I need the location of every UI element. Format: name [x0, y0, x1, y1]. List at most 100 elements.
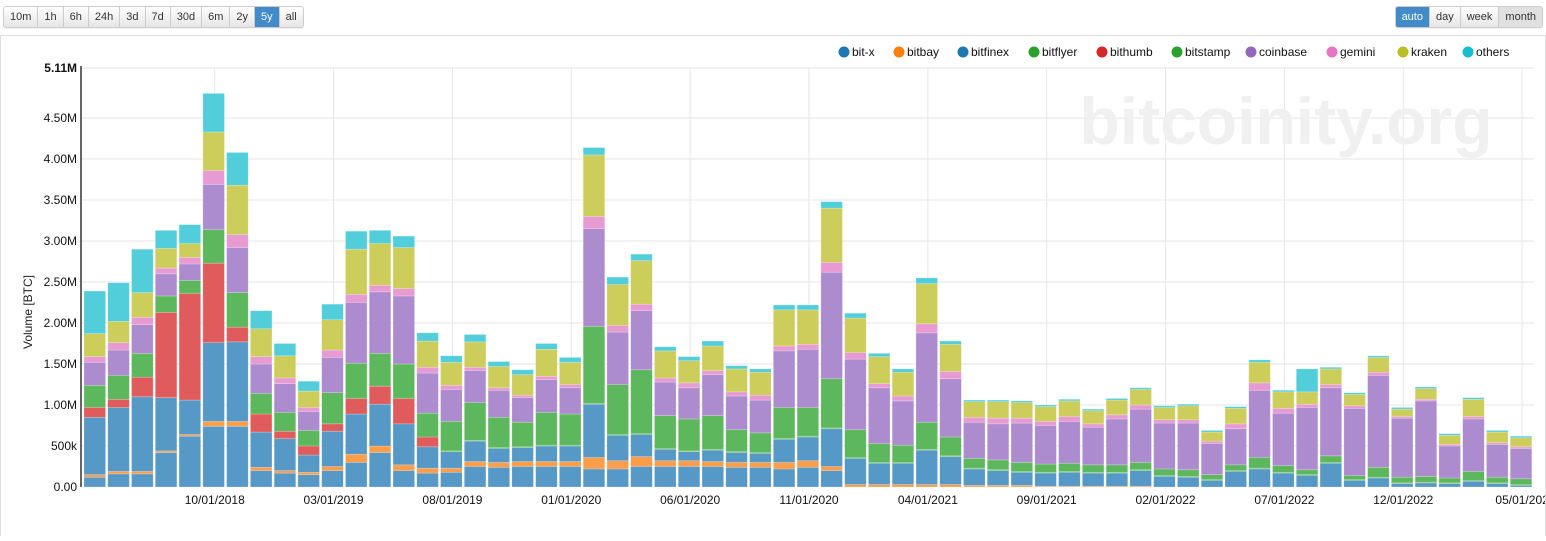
bar-segment-bit-x[interactable]	[416, 472, 439, 488]
legend-item-bitflyer[interactable]: bitflyer	[1028, 45, 1078, 59]
bar-segment-bitfinex[interactable]	[725, 452, 748, 463]
bar-segment-bitfinex[interactable]	[155, 397, 178, 452]
bar-segment-bitstamp[interactable]	[1438, 477, 1461, 484]
bar-stack[interactable]	[1058, 398, 1081, 488]
bar-segment-coinbase[interactable]	[1082, 426, 1105, 466]
bar-segment-bitbay[interactable]	[321, 466, 344, 471]
bar-segment-bithumb[interactable]	[345, 398, 368, 415]
bar-segment-others[interactable]	[1367, 355, 1390, 358]
bar-segment-others[interactable]	[250, 310, 273, 330]
bar-stack[interactable]	[1129, 387, 1152, 488]
bar-segment-coinbase[interactable]	[1153, 422, 1176, 470]
bar-segment-bitstamp[interactable]	[1058, 462, 1081, 472]
bar-segment-bitfinex[interactable]	[773, 439, 796, 463]
bar-segment-bitstamp[interactable]	[915, 421, 938, 450]
bar-segment-bitstamp[interactable]	[155, 295, 178, 313]
bar-segment-coinbase[interactable]	[606, 331, 629, 385]
bar-stack[interactable]	[559, 357, 582, 488]
bar-segment-coinbase[interactable]	[1343, 407, 1366, 476]
bar-stack[interactable]	[535, 343, 558, 488]
bar-segment-bitfinex[interactable]	[939, 456, 962, 485]
bar-segment-coinbase[interactable]	[1486, 444, 1509, 478]
bar-segment-bit-x[interactable]	[155, 452, 178, 488]
bar-segment-coinbase[interactable]	[963, 421, 986, 459]
bar-stack[interactable]	[1367, 355, 1390, 488]
bar-segment-coinbase[interactable]	[939, 378, 962, 438]
bar-segment-bitstamp[interactable]	[1010, 462, 1033, 472]
bar-segment-gemini[interactable]	[297, 407, 320, 412]
bar-segment-gemini[interactable]	[868, 383, 891, 389]
bar-segment-kraken[interactable]	[464, 341, 487, 368]
bar-segment-kraken[interactable]	[749, 371, 772, 396]
bar-segment-bitstamp[interactable]	[749, 432, 772, 453]
bar-segment-gemini[interactable]	[464, 366, 487, 371]
bar-segment-bitstamp[interactable]	[654, 415, 677, 449]
bar-segment-bitstamp[interactable]	[796, 407, 819, 437]
bar-segment-bitstamp[interactable]	[1224, 464, 1247, 471]
bar-stack[interactable]	[749, 368, 772, 488]
bar-segment-bithumb[interactable]	[297, 445, 320, 456]
bar-stack[interactable]	[1414, 386, 1438, 488]
bar-segment-gemini[interactable]	[155, 267, 178, 275]
bar-segment-others[interactable]	[725, 365, 748, 370]
bar-segment-coinbase[interactable]	[1224, 428, 1247, 466]
bar-segment-others[interactable]	[1153, 405, 1176, 408]
bar-stack[interactable]	[131, 248, 154, 488]
bar-segment-bitbay[interactable]	[392, 464, 415, 471]
bar-segment-kraken[interactable]	[606, 284, 629, 326]
bar-segment-bitfinex[interactable]	[1438, 483, 1461, 488]
bar-segment-bitfinex[interactable]	[345, 413, 368, 455]
bar-segment-bitfinex[interactable]	[226, 341, 249, 422]
bar-segment-gemini[interactable]	[630, 303, 653, 312]
bar-segment-others[interactable]	[630, 253, 653, 261]
bar-segment-bit-x[interactable]	[630, 466, 653, 488]
bar-segment-coinbase[interactable]	[1295, 407, 1319, 471]
bar-segment-bitfinex[interactable]	[1367, 477, 1390, 488]
bar-segment-coinbase[interactable]	[511, 397, 534, 423]
bar-segment-bitfinex[interactable]	[796, 436, 819, 462]
bar-stack[interactable]	[297, 380, 320, 488]
bar-segment-bitfinex[interactable]	[1391, 483, 1414, 488]
bar-segment-bitbay[interactable]	[654, 460, 677, 467]
legend-item-kraken[interactable]: kraken	[1397, 45, 1448, 59]
bar-segment-kraken[interactable]	[1462, 398, 1485, 417]
bar-segment-bitstamp[interactable]	[582, 325, 606, 404]
bar-segment-kraken[interactable]	[83, 333, 106, 357]
bar-segment-gemini[interactable]	[1105, 414, 1129, 420]
bar-segment-bitfinex[interactable]	[606, 435, 629, 462]
bar-segment-coinbase[interactable]	[677, 387, 701, 420]
bar-segment-gemini[interactable]	[1295, 403, 1319, 408]
bar-segment-bitstamp[interactable]	[1082, 464, 1105, 473]
bar-segment-bitstamp[interactable]	[677, 418, 701, 452]
bar-segment-bithumb[interactable]	[107, 398, 130, 408]
bar-segment-coinbase[interactable]	[178, 263, 201, 281]
bar-segment-others[interactable]	[107, 282, 130, 322]
bar-segment-others[interactable]	[1272, 389, 1295, 393]
bar-stack[interactable]	[440, 355, 463, 488]
bar-segment-coinbase[interactable]	[202, 184, 225, 230]
bar-stack[interactable]	[178, 224, 201, 488]
legend-item-bitbay[interactable]: bitbay	[893, 45, 940, 59]
bar-segment-bitbay[interactable]	[202, 421, 225, 427]
bar-segment-others[interactable]	[820, 201, 843, 209]
bar-segment-bitstamp[interactable]	[1177, 469, 1200, 477]
bar-segment-others[interactable]	[1391, 407, 1414, 410]
bar-segment-bitfinex[interactable]	[1058, 471, 1081, 487]
bar-segment-bitbay[interactable]	[559, 461, 582, 467]
bar-segment-gemini[interactable]	[1224, 423, 1247, 430]
bar-segment-others[interactable]	[464, 334, 487, 343]
bar-segment-bitfinex[interactable]	[392, 423, 415, 466]
bar-stack[interactable]	[226, 152, 249, 488]
bar-segment-coinbase[interactable]	[535, 379, 558, 413]
bar-segment-gemini[interactable]	[273, 377, 297, 384]
bar-segment-others[interactable]	[677, 356, 701, 362]
bar-segment-bithumb[interactable]	[250, 413, 273, 433]
bar-segment-gemini[interactable]	[202, 170, 225, 185]
bar-segment-others[interactable]	[1295, 368, 1319, 393]
bar-segment-bitbay[interactable]	[725, 462, 748, 468]
bar-segment-gemini[interactable]	[83, 356, 106, 363]
range-button-6m[interactable]: 6m	[202, 7, 231, 27]
bar-segment-bithumb[interactable]	[155, 312, 178, 398]
bar-segment-others[interactable]	[487, 361, 510, 367]
bar-segment-bitbay[interactable]	[868, 484, 891, 488]
